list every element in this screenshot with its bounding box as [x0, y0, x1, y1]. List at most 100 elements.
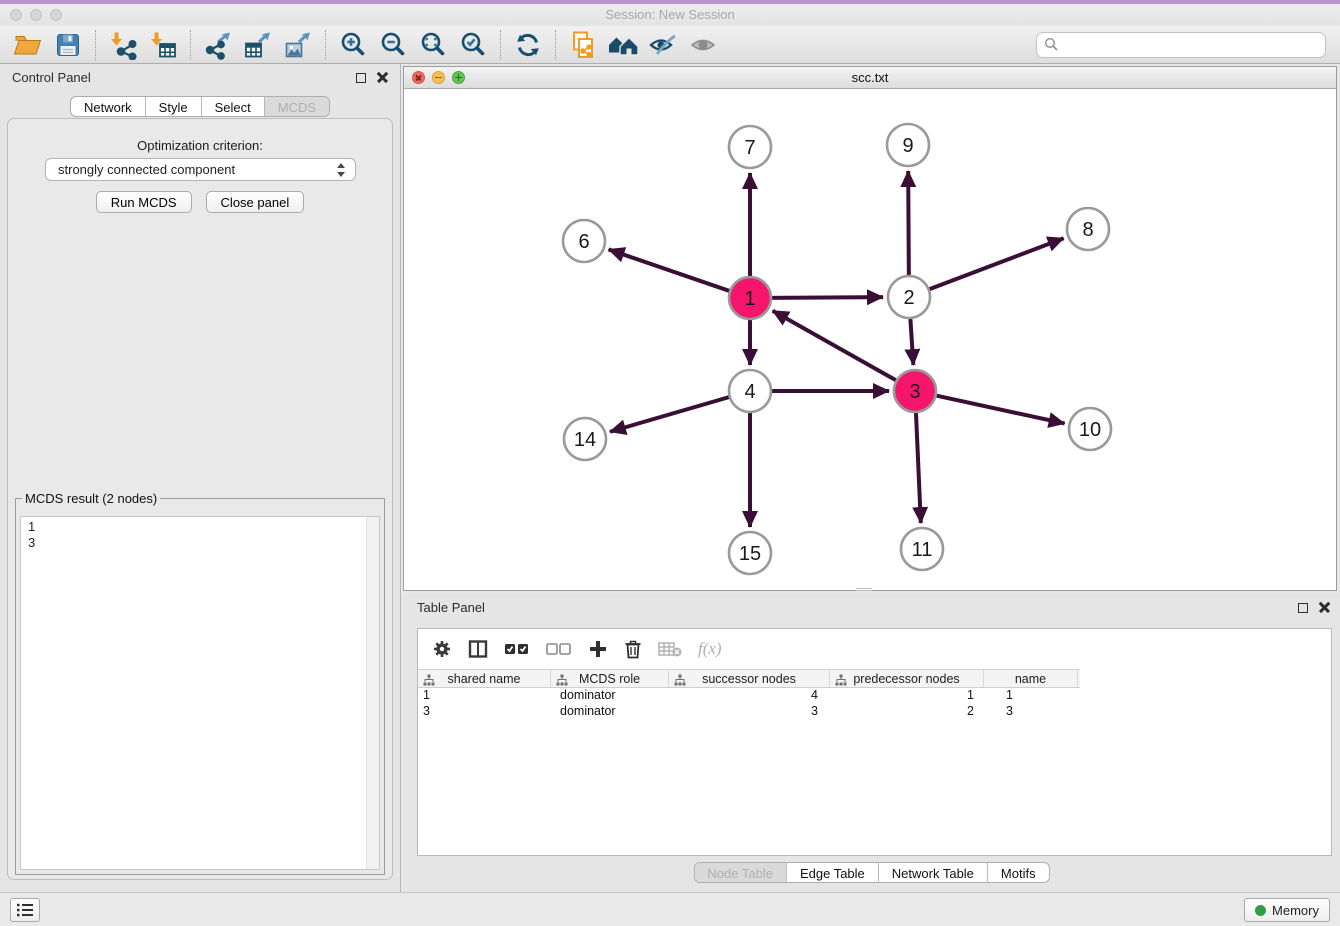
graph-node-label: 4 [744, 381, 755, 403]
status-bar: Memory [0, 892, 1340, 926]
graph-edge-3-11[interactable] [916, 412, 921, 523]
tab-style[interactable]: Style [145, 97, 201, 116]
export-table-icon [243, 30, 273, 60]
graph-edge-1-6[interactable] [609, 249, 731, 291]
tab-edge-table[interactable]: Edge Table [786, 863, 878, 882]
network-maximize-button[interactable] [452, 71, 465, 84]
tab-mcds[interactable]: MCDS [264, 97, 329, 116]
table-cell[interactable]: 3 [984, 704, 1078, 720]
open-session-button[interactable] [8, 29, 48, 61]
eye-icon [688, 33, 718, 57]
graph-node-label: 10 [1079, 419, 1101, 441]
zoom-fit-button[interactable] [413, 29, 453, 61]
control-panel: Control Panel Network Style Select MCDS … [0, 64, 401, 892]
app-title: Session: New Session [0, 4, 1340, 26]
network-view-window: scc.txt 7968124314101511 [403, 66, 1337, 591]
network-window-titlebar: scc.txt [404, 67, 1336, 89]
column-header-shared-name[interactable]: shared name [418, 670, 551, 687]
table-panel-title: Table Panel [417, 600, 485, 615]
export-table-button[interactable] [238, 29, 278, 61]
network-minimize-button[interactable] [432, 71, 445, 84]
tab-motifs[interactable]: Motifs [987, 863, 1049, 882]
table-cell[interactable]: 4 [669, 688, 830, 704]
home-button[interactable] [603, 29, 643, 61]
run-mcds-button[interactable]: Run MCDS [96, 191, 192, 213]
refresh-layout-button[interactable] [508, 29, 548, 61]
close-panel-icon[interactable] [377, 72, 388, 83]
float-table-panel-icon[interactable] [1298, 603, 1308, 613]
export-image-button[interactable] [278, 29, 318, 61]
network-graph[interactable]: 7968124314101511 [404, 89, 1336, 590]
export-network-icon [203, 30, 233, 60]
network-close-button[interactable] [412, 71, 425, 84]
graph-node-label: 9 [902, 135, 913, 157]
table-cell[interactable]: 2 [830, 704, 984, 720]
table-cell[interactable]: 1 [418, 688, 551, 704]
table-row[interactable]: 1dominator411 [418, 688, 1331, 704]
tab-network[interactable]: Network [71, 97, 145, 116]
add-column-icon[interactable] [588, 639, 608, 659]
column-label: successor nodes [702, 672, 796, 686]
table-cell[interactable]: dominator [551, 688, 669, 704]
zoom-selected-button[interactable] [453, 29, 493, 61]
settings-gear-icon[interactable] [432, 639, 452, 659]
graph-node-label: 8 [1082, 219, 1093, 241]
duplicate-network-button[interactable] [563, 29, 603, 61]
graph-node-label: 3 [909, 381, 920, 403]
split-view-icon[interactable] [468, 639, 488, 659]
search-input[interactable] [1059, 36, 1318, 53]
tab-select[interactable]: Select [201, 97, 264, 116]
column-header-MCDS-role[interactable]: MCDS role [551, 670, 669, 687]
trash-icon[interactable] [624, 639, 642, 659]
tab-node-table[interactable]: Node Table [694, 863, 786, 882]
result-scrollbar[interactable] [366, 517, 379, 869]
float-panel-icon[interactable] [356, 73, 366, 83]
table-cell[interactable]: 1 [984, 688, 1078, 704]
table-cell[interactable]: 3 [669, 704, 830, 720]
column-label: shared name [448, 672, 521, 686]
tab-network-table[interactable]: Network Table [878, 863, 987, 882]
table-cell[interactable]: 3 [418, 704, 551, 720]
deselect-all-icon[interactable] [546, 641, 572, 657]
table-cell[interactable]: dominator [551, 704, 669, 720]
select-all-icon[interactable] [504, 641, 530, 657]
column-header-predecessor-nodes[interactable]: predecessor nodes [830, 670, 984, 687]
mcds-result-list[interactable]: 1 3 [20, 516, 380, 870]
memory-button[interactable]: Memory [1244, 898, 1330, 922]
import-network-button[interactable] [103, 29, 143, 61]
search-field[interactable] [1036, 32, 1326, 58]
zoom-in-button[interactable] [333, 29, 373, 61]
zoom-out-button[interactable] [373, 29, 413, 61]
result-line: 3 [28, 535, 379, 551]
import-table-button[interactable] [143, 29, 183, 61]
criterion-dropdown[interactable]: strongly connected component [45, 158, 356, 181]
import-network-icon [108, 30, 138, 60]
hierarchy-icon [423, 674, 435, 686]
result-line: 1 [28, 519, 379, 535]
save-session-button[interactable] [48, 29, 88, 61]
column-header-name[interactable]: name [984, 670, 1078, 687]
export-network-button[interactable] [198, 29, 238, 61]
graph-edge-4-14[interactable] [610, 397, 730, 432]
close-table-panel-icon[interactable] [1319, 602, 1330, 613]
mcds-panel: Optimization criterion: strongly connect… [7, 118, 393, 880]
toolbar-separator [500, 30, 501, 60]
task-list-button[interactable] [10, 898, 40, 922]
show-panel-button[interactable] [683, 29, 723, 61]
function-builder-icon: f(x) [698, 639, 722, 659]
graph-edge-2-8[interactable] [929, 238, 1064, 289]
hide-panel-button[interactable] [643, 29, 683, 61]
splitter-handle[interactable] [856, 588, 872, 591]
hierarchy-icon [556, 674, 568, 686]
table-cell[interactable]: 1 [830, 688, 984, 704]
graph-edge-2-9[interactable] [908, 171, 909, 276]
graph-edge-2-3[interactable] [910, 318, 913, 365]
graph-edge-1-2[interactable] [771, 297, 883, 298]
graph-edge-3-1[interactable] [773, 311, 897, 381]
node-table-card: f(x) shared name MCDS role successor nodes… [417, 628, 1332, 856]
table-row[interactable]: 3dominator323 [418, 704, 1331, 720]
graph-edge-3-10[interactable] [936, 395, 1065, 423]
app-titlebar: Session: New Session [0, 4, 1340, 26]
close-panel-button[interactable]: Close panel [206, 191, 305, 213]
column-header-successor-nodes[interactable]: successor nodes [669, 670, 830, 687]
